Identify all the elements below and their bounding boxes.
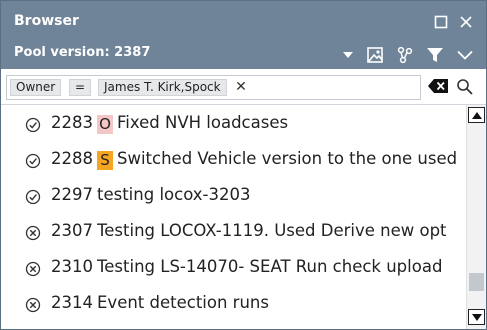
status-badge: O bbox=[97, 115, 113, 134]
backspace-icon bbox=[428, 79, 448, 93]
maximize-button[interactable] bbox=[431, 12, 451, 32]
filter-chip-field[interactable]: Owner bbox=[10, 79, 62, 96]
window-title: Browser bbox=[14, 13, 79, 29]
caret-down-icon bbox=[343, 52, 353, 58]
cross-circle-icon bbox=[25, 297, 41, 313]
row-id: 2283 bbox=[51, 113, 93, 132]
filter-bar: Owner = James T. Kirk,Spock ✕ bbox=[1, 69, 486, 105]
list-item[interactable]: 2310 Testing LS-14070- SEAT Run check up… bbox=[1, 251, 466, 287]
status-badge: S bbox=[97, 151, 113, 170]
row-id: 2307 bbox=[51, 221, 93, 240]
image-view-button[interactable] bbox=[364, 44, 386, 66]
row-description: testing locox-3203 bbox=[97, 185, 251, 204]
row-description: Testing LS-14070- SEAT Run check upload bbox=[97, 257, 443, 276]
list-item[interactable]: 2288 S Switched Vehicle version to the o… bbox=[1, 143, 466, 179]
close-icon bbox=[460, 16, 472, 28]
browser-window: Browser Pool version: 2387 Owner = James… bbox=[0, 0, 487, 330]
funnel-icon bbox=[427, 48, 443, 62]
remove-filter-button[interactable]: ✕ bbox=[232, 78, 250, 96]
row-description: Event detection runs bbox=[97, 293, 269, 312]
search-button[interactable] bbox=[456, 78, 476, 98]
cross-circle-icon bbox=[25, 225, 41, 241]
expand-toolbar-button[interactable] bbox=[454, 44, 476, 66]
row-id: 2310 bbox=[51, 257, 93, 276]
check-circle-icon bbox=[25, 153, 41, 169]
pool-version-label: Pool version: 2387 bbox=[14, 45, 151, 60]
title-bar: Browser bbox=[1, 1, 486, 43]
graph-icon bbox=[397, 46, 413, 64]
maximize-icon bbox=[434, 15, 448, 29]
clear-filter-button[interactable] bbox=[427, 78, 449, 96]
graph-view-button[interactable] bbox=[394, 44, 416, 66]
search-icon bbox=[457, 79, 473, 95]
pool-toolbar: Pool version: 2387 bbox=[1, 43, 486, 69]
check-circle-icon bbox=[25, 189, 41, 205]
filter-chip-operator[interactable]: = bbox=[69, 79, 92, 96]
list-item[interactable]: 2307 Testing LOCOX-1119. Used Derive new… bbox=[1, 215, 466, 251]
row-description: Fixed NVH loadcases bbox=[117, 113, 289, 132]
filter-input[interactable]: Owner = James T. Kirk,Spock ✕ bbox=[6, 75, 421, 100]
close-button[interactable] bbox=[456, 12, 476, 32]
list-item[interactable]: 2283 O Fixed NVH loadcases bbox=[1, 107, 466, 143]
scroll-down-button[interactable] bbox=[468, 309, 485, 325]
image-icon bbox=[367, 47, 383, 63]
arrow-down-icon bbox=[471, 313, 482, 321]
vertical-scrollbar[interactable] bbox=[466, 105, 486, 329]
check-circle-icon bbox=[25, 117, 41, 133]
row-id: 2288 bbox=[51, 149, 93, 168]
list-item[interactable]: 2314 Event detection runs bbox=[1, 287, 466, 323]
row-id: 2314 bbox=[51, 293, 93, 312]
row-description: Switched Vehicle version to the one used bbox=[117, 149, 458, 168]
arrow-up-icon bbox=[471, 111, 482, 119]
version-list: 2283 O Fixed NVH loadcases 2288 S Switch… bbox=[1, 105, 466, 329]
list-item[interactable]: 2297 testing locox-3203 bbox=[1, 179, 466, 215]
pool-dropdown-button[interactable] bbox=[337, 44, 359, 66]
scroll-up-button[interactable] bbox=[468, 107, 485, 123]
scrollbar-thumb[interactable] bbox=[469, 273, 484, 291]
filter-chip-value[interactable]: James T. Kirk,Spock bbox=[98, 79, 227, 96]
filter-button[interactable] bbox=[424, 44, 446, 66]
row-id: 2297 bbox=[51, 185, 93, 204]
row-description: Testing LOCOX-1119. Used Derive new opti… bbox=[97, 221, 446, 240]
cross-circle-icon bbox=[25, 261, 41, 277]
chevron-down-icon bbox=[457, 50, 473, 60]
